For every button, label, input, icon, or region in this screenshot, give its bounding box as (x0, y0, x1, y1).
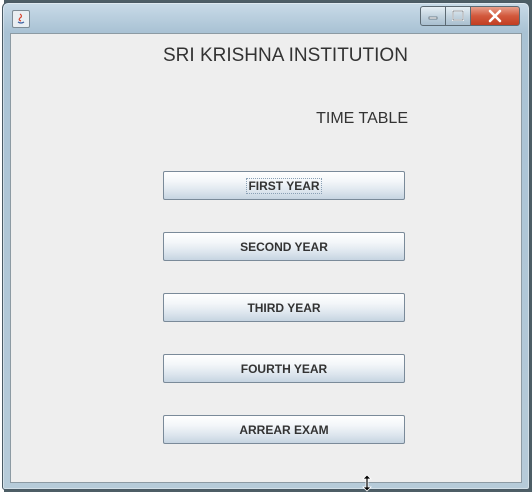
time-table-label: TIME TABLE (316, 110, 408, 127)
institution-title: SRI KRISHNA INSTITUTION (163, 45, 408, 66)
fourth-year-button[interactable]: FOURTH YEAR (163, 354, 405, 383)
arrear-exam-button[interactable]: ARREAR EXAM (163, 415, 405, 444)
minimize-button[interactable] (420, 6, 446, 26)
third-year-button[interactable]: THIRD YEAR (163, 293, 405, 322)
maximize-icon (452, 10, 464, 21)
content-panel: SRI KRISHNA INSTITUTION TIME TABLE FIRST… (10, 33, 522, 483)
second-year-button-label: SECOND YEAR (240, 239, 328, 254)
first-year-button-label: FIRST YEAR (246, 177, 322, 194)
second-year-button[interactable]: SECOND YEAR (163, 232, 405, 261)
maximize-button[interactable] (445, 6, 471, 26)
fourth-year-button-label: FOURTH YEAR (240, 361, 328, 376)
app-window: SRI KRISHNA INSTITUTION TIME TABLE FIRST… (2, 2, 530, 490)
arrear-exam-button-label: ARREAR EXAM (239, 422, 329, 437)
resize-cursor-icon (362, 474, 372, 492)
minimize-icon (428, 16, 438, 20)
first-year-button[interactable]: FIRST YEAR (163, 171, 405, 200)
title-bar[interactable] (3, 3, 529, 33)
close-icon (488, 9, 502, 23)
close-button[interactable] (470, 6, 520, 26)
java-app-icon (12, 10, 30, 28)
third-year-button-label: THIRD YEAR (247, 300, 321, 315)
